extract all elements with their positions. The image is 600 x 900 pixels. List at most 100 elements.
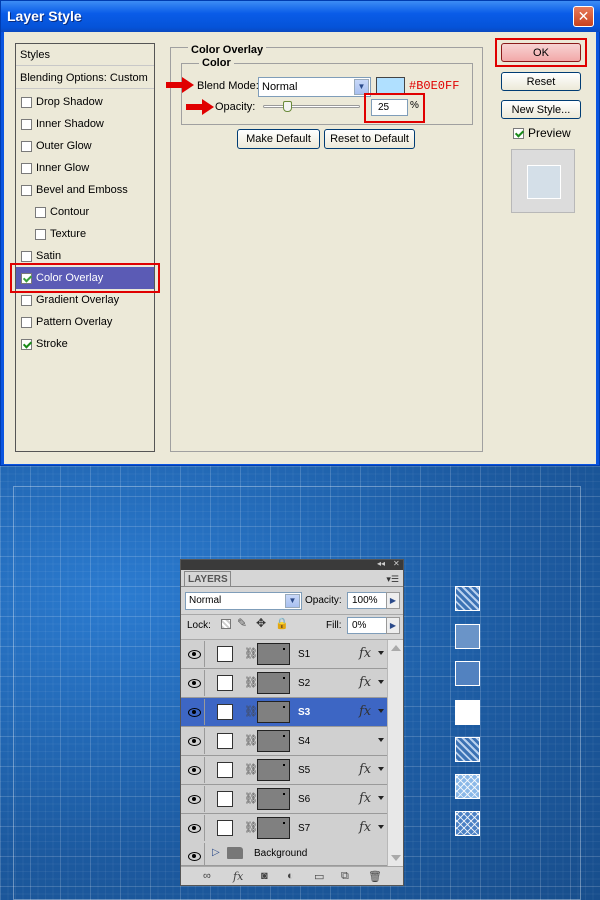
eye-icon[interactable] <box>183 670 205 696</box>
layer-row[interactable]: ⛓ S5 fx <box>181 756 387 785</box>
brush-icon[interactable]: ✎ <box>237 616 247 630</box>
close-button[interactable]: ✕ <box>573 6 594 27</box>
eye-icon[interactable] <box>183 757 205 783</box>
fill-input[interactable]: 0% <box>347 617 387 634</box>
style-item-contour[interactable]: Contour <box>16 201 154 223</box>
lock-transparent-icon[interactable] <box>221 619 231 629</box>
styles-header[interactable]: Styles <box>16 44 154 66</box>
expand-effects-icon[interactable] <box>378 738 384 742</box>
eye-icon[interactable] <box>183 786 205 812</box>
layer-mask-thumbnail <box>217 704 233 720</box>
panel-menu-icon[interactable]: ▾☰ <box>386 574 399 585</box>
style-item-pattern-overlay[interactable]: Pattern Overlay <box>16 311 154 333</box>
expand-effects-icon[interactable] <box>378 709 384 713</box>
layer-name: S4 <box>298 736 311 747</box>
layer-row[interactable]: ⛓ S6 fx <box>181 785 387 814</box>
panel-header-bar[interactable]: ◂◂ ✕ <box>181 559 403 570</box>
link-icon: ⛓ <box>244 648 258 660</box>
reset-button[interactable]: Reset <box>501 72 581 91</box>
checkbox-icon[interactable] <box>21 162 32 174</box>
dialog-titlebar[interactable]: Layer Style ✕ <box>1 1 600 32</box>
link-icon: ⛓ <box>244 822 258 834</box>
preview-checkbox[interactable]: Preview <box>513 126 571 140</box>
link-layers-icon[interactable]: ∞ <box>203 870 211 882</box>
checkbox-icon[interactable] <box>21 96 32 108</box>
style-item-outer-glow[interactable]: Outer Glow <box>16 135 154 157</box>
blending-options-item[interactable]: Blending Options: Custom <box>16 67 154 89</box>
expand-effects-icon[interactable] <box>378 796 384 800</box>
eye-icon[interactable] <box>183 641 205 667</box>
add-mask-icon[interactable]: ◙ <box>261 870 268 882</box>
style-item-bevel-and-emboss[interactable]: Bevel and Emboss <box>16 179 154 201</box>
eye-icon[interactable] <box>183 843 205 865</box>
style-item-stroke[interactable]: Stroke <box>16 333 154 355</box>
fx-icon[interactable]: fx <box>359 762 371 777</box>
close-icon[interactable]: ✕ <box>393 559 400 568</box>
fx-icon[interactable]: fx <box>359 704 371 719</box>
checkbox-icon[interactable] <box>21 118 32 130</box>
fx-icon[interactable]: fx <box>359 675 371 690</box>
style-item-inner-shadow[interactable]: Inner Shadow <box>16 113 154 135</box>
style-item-label: Pattern Overlay <box>36 316 113 328</box>
fx-icon[interactable]: fx <box>359 820 371 835</box>
style-item-texture[interactable]: Texture <box>16 223 154 245</box>
opacity-slider-thumb[interactable] <box>283 101 293 112</box>
expand-effects-icon[interactable] <box>378 825 384 829</box>
fx-icon[interactable]: fx <box>359 791 371 806</box>
style-item-drop-shadow[interactable]: Drop Shadow <box>16 91 154 113</box>
add-style-icon[interactable]: fx <box>233 870 243 883</box>
move-icon[interactable]: ✥ <box>256 616 266 630</box>
fill-label: Fill: <box>326 620 342 631</box>
expand-triangle-icon[interactable]: ▷ <box>212 847 220 858</box>
eye-icon[interactable] <box>183 815 205 841</box>
layer-thumbnail <box>257 817 290 839</box>
layer-row[interactable]: ⛓ S4 <box>181 727 387 756</box>
adjustment-layer-icon[interactable]: ◐ <box>287 870 294 882</box>
scroll-up-icon[interactable] <box>391 645 401 651</box>
checkbox-icon[interactable] <box>21 184 32 196</box>
blend-mode-select[interactable]: Normal ▼ <box>258 77 371 97</box>
layer-row[interactable]: ⛓ S2 fx <box>181 669 387 698</box>
layers-panel: ◂◂ ✕ LAYERS ▾☰ Normal ▼ Opacity: 100% ▶ … <box>180 559 404 886</box>
style-item-label: Inner Glow <box>36 162 90 174</box>
opacity-arrow-icon[interactable]: ▶ <box>386 592 400 609</box>
checkbox-icon[interactable] <box>35 206 46 218</box>
fx-icon[interactable]: fx <box>359 646 371 661</box>
new-group-icon[interactable]: ▭ <box>314 870 324 883</box>
delete-layer-icon[interactable]: 🗑 <box>368 870 382 883</box>
layer-row[interactable]: ⛓ S3 fx <box>181 698 387 727</box>
checkbox-icon[interactable] <box>21 140 32 152</box>
make-default-button[interactable]: Make Default <box>237 129 320 149</box>
new-layer-icon[interactable]: ⧉ <box>341 870 349 883</box>
background-group-row[interactable]: ▷ Background <box>181 842 387 866</box>
layers-scrollbar[interactable] <box>387 640 403 866</box>
tab-layers[interactable]: LAYERS <box>184 571 231 587</box>
lock-icon[interactable]: 🔒 <box>275 617 289 630</box>
opacity-slider[interactable] <box>263 105 360 108</box>
scroll-down-icon[interactable] <box>391 855 401 861</box>
expand-effects-icon[interactable] <box>378 680 384 684</box>
layer-row[interactable]: ⛓ S7 fx <box>181 814 387 843</box>
layer-opacity-input[interactable]: 100% <box>347 592 387 609</box>
checkbox-icon[interactable] <box>21 250 32 262</box>
style-item-label: Satin <box>36 250 62 262</box>
style-item-label: Bevel and Emboss <box>36 184 128 196</box>
style-item-inner-glow[interactable]: Inner Glow <box>16 157 154 179</box>
checkbox-icon[interactable] <box>35 228 46 240</box>
reset-to-default-button[interactable]: Reset to Default <box>324 129 415 149</box>
layer-row[interactable]: ⛓ S1 fx <box>181 640 387 669</box>
link-icon: ⛓ <box>244 706 258 718</box>
checkbox-icon[interactable] <box>21 294 32 306</box>
eye-icon[interactable] <box>183 728 205 754</box>
new-style-button[interactable]: New Style... <box>501 100 581 119</box>
fill-arrow-icon[interactable]: ▶ <box>386 617 400 634</box>
layers-footer: ∞ fx ◙ ◐ ▭ ⧉ 🗑 <box>181 866 403 885</box>
checkbox-icon[interactable] <box>21 316 32 328</box>
eye-icon[interactable] <box>183 699 205 725</box>
expand-effects-icon[interactable] <box>378 767 384 771</box>
expand-effects-icon[interactable] <box>378 651 384 655</box>
collapse-icon[interactable]: ◂◂ <box>377 559 385 568</box>
style-item-label: Outer Glow <box>36 140 92 152</box>
checkbox-icon[interactable] <box>21 338 32 350</box>
layer-blend-mode-select[interactable]: Normal ▼ <box>185 592 302 610</box>
